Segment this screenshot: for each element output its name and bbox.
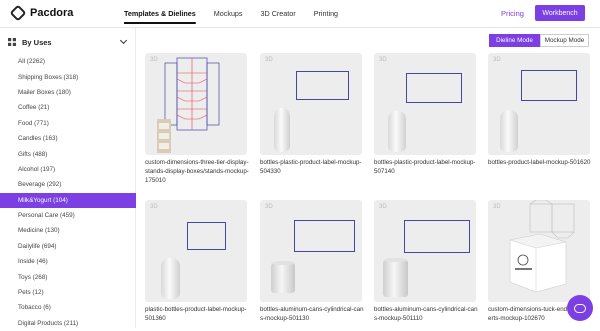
- template-label[interactable]: plastic-bottles-product-label-mockup-501…: [145, 306, 249, 324]
- bottle-mockup: [388, 111, 406, 152]
- template-thumbnail[interactable]: 3D: [488, 200, 590, 302]
- pricing-link[interactable]: Pricing: [501, 9, 524, 18]
- template-thumbnail[interactable]: 3D: [488, 53, 590, 155]
- sidebar-category-item[interactable]: Milk&Yogurt (104): [0, 192, 136, 208]
- pacdora-logo-icon: [9, 4, 27, 22]
- nav-printing[interactable]: Printing: [314, 9, 338, 18]
- 3d-badge: 3D: [379, 57, 387, 63]
- sidebar-category-item[interactable]: Inside (46): [0, 254, 136, 269]
- can-mockup: [271, 261, 295, 293]
- sidebar-category-item[interactable]: Pets (12): [0, 285, 136, 300]
- mode-toggle: Dieline Mode Mockup Mode: [489, 34, 589, 47]
- sidebar-category-item[interactable]: Personal Care (459): [0, 208, 136, 223]
- template-thumbnail[interactable]: 3D: [260, 200, 362, 302]
- bottle-mockup: [500, 110, 518, 152]
- dieline-drawing: [157, 57, 220, 153]
- nav-3d-creator[interactable]: 3D Creator: [261, 9, 296, 18]
- main-nav: Templates & Dielines Mockups 3D Creator …: [124, 9, 356, 18]
- grid-icon: [8, 38, 16, 46]
- sidebar-category-item[interactable]: All (2262): [0, 54, 136, 69]
- sidebar-category-item[interactable]: Beverage (292): [0, 177, 136, 192]
- 3d-badge: 3D: [493, 57, 501, 63]
- dieline-mode-button[interactable]: Dieline Mode: [489, 34, 540, 47]
- sidebar-category-item[interactable]: Coffee (21): [0, 100, 136, 115]
- brand-name: Pacdora: [30, 7, 74, 19]
- sidebar-category-item[interactable]: Dailylife (694): [0, 239, 136, 254]
- 3d-badge: 3D: [379, 204, 387, 210]
- nav-mockups[interactable]: Mockups: [214, 9, 243, 18]
- label-dieline-frame: [294, 220, 355, 252]
- template-label[interactable]: bottles-aluminum-cans-cylindrical-cans-m…: [374, 306, 478, 324]
- mockup-mode-button[interactable]: Mockup Mode: [540, 34, 589, 47]
- nav-templates-dielines[interactable]: Templates & Dielines: [124, 9, 196, 18]
- can-mockup: [383, 258, 408, 297]
- workbench-button[interactable]: Workbench: [535, 5, 585, 21]
- template-thumbnail[interactable]: 3D: [145, 53, 247, 155]
- category-sidebar: By Uses All (2262) Shipping Boxes (318) Ma…: [0, 28, 136, 328]
- bottle-mockup: [161, 258, 180, 299]
- template-thumbnail[interactable]: 3D: [260, 53, 362, 155]
- by-uses-title: By Uses: [22, 37, 52, 47]
- tuck-box-drawing: [509, 200, 575, 293]
- template-thumbnail[interactable]: 3D: [374, 53, 476, 155]
- chevron-down-icon[interactable]: [119, 36, 128, 45]
- sidebar-category-item[interactable]: Medicine (130): [0, 223, 136, 238]
- sidebar-category-item[interactable]: Shipping Boxes (318): [0, 69, 136, 84]
- 3d-badge: 3D: [150, 204, 158, 210]
- chat-icon: [574, 303, 586, 313]
- sidebar-category-item[interactable]: Tobacco (6): [0, 300, 136, 315]
- template-label[interactable]: bottles-plastic-product-label-mockup-504…: [260, 159, 364, 177]
- label-dieline-frame: [521, 70, 577, 101]
- sidebar-category-item[interactable]: Candles (163): [0, 131, 136, 146]
- sidebar-category-item[interactable]: Alcohol (197): [0, 162, 136, 177]
- template-thumbnail[interactable]: 3D: [145, 200, 247, 302]
- label-dieline-frame: [187, 222, 226, 250]
- template-label[interactable]: bottles-product-label-mockup-501620: [488, 159, 592, 168]
- template-label[interactable]: custom-dimensions-three-tier-display-sta…: [145, 159, 249, 185]
- sidebar-category-item[interactable]: Digital Products (211): [0, 316, 136, 331]
- template-thumbnail[interactable]: 3D: [374, 200, 476, 302]
- sidebar-category-item[interactable]: Toys (268): [0, 269, 136, 284]
- template-label[interactable]: bottles-plastic-product-label-mockup-507…: [374, 159, 478, 177]
- label-dieline-frame: [404, 220, 470, 253]
- template-label[interactable]: bottles-aluminum-cans-cylindrical-cans-m…: [260, 306, 364, 324]
- label-dieline-frame: [406, 73, 462, 103]
- category-list: All (2262) Shipping Boxes (318) Mailer Box…: [0, 54, 136, 331]
- top-bar: Pacdora Templates & Dielines Mockups 3D …: [0, 0, 600, 28]
- brand-logo[interactable]: Pacdora: [9, 4, 74, 22]
- sidebar-category-item[interactable]: Food (771): [0, 116, 136, 131]
- sidebar-category-item[interactable]: Mailer Boxes (180): [0, 85, 136, 100]
- 3d-badge: 3D: [265, 204, 273, 210]
- by-uses-header[interactable]: By Uses: [8, 34, 130, 50]
- chat-support-button[interactable]: [567, 295, 593, 321]
- 3d-badge: 3D: [265, 57, 273, 63]
- bottle-mockup: [274, 108, 290, 152]
- label-dieline-frame: [296, 71, 349, 100]
- sidebar-category-item[interactable]: Gifts (488): [0, 146, 136, 161]
